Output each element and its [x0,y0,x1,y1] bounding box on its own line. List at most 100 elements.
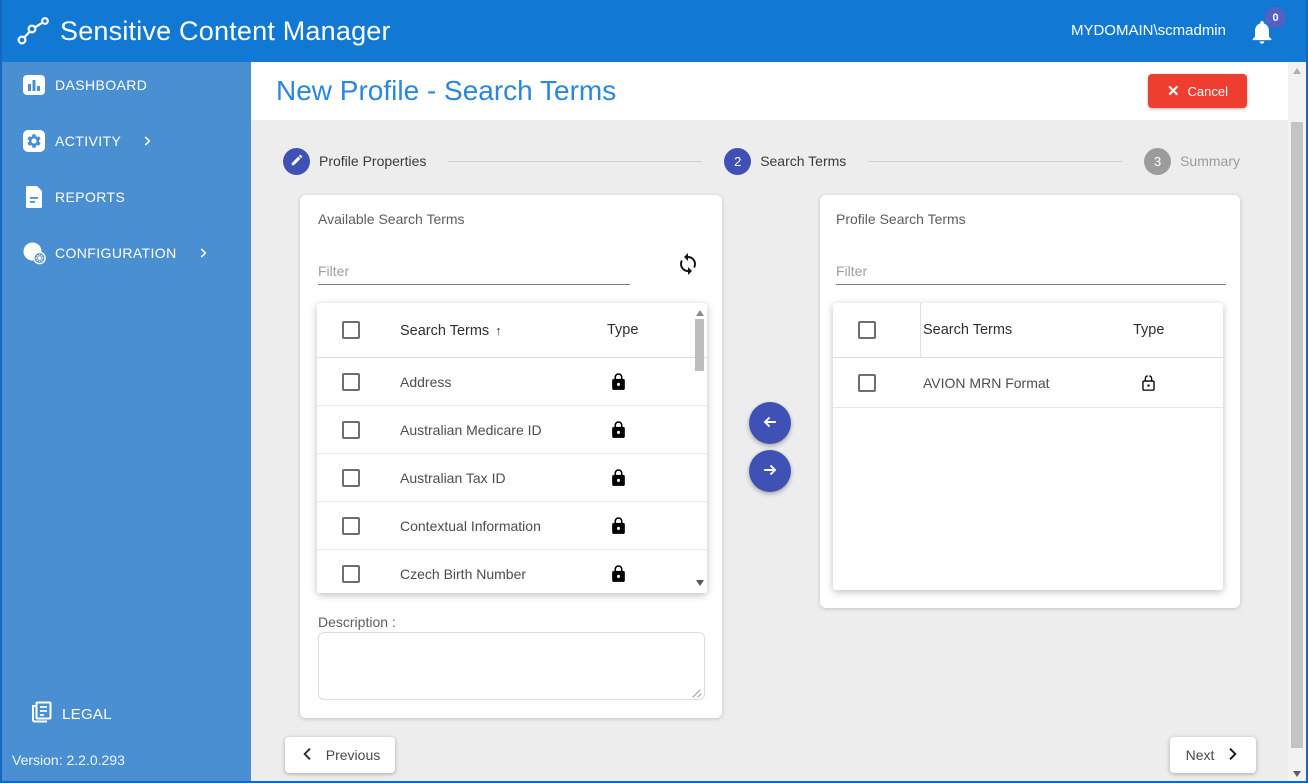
table-header: Search Terms ↑ Type [317,303,707,358]
row-checkbox[interactable] [342,468,360,487]
sidebar-item-label: LEGAL [62,705,112,723]
select-all-checkbox[interactable] [858,321,876,339]
previous-button[interactable]: Previous [285,737,395,773]
row-checkbox[interactable] [858,373,876,392]
sidebar-item-legal[interactable]: LEGAL [0,700,251,728]
arrow-left-icon [760,412,780,435]
table-row[interactable]: Contextual Information [317,502,707,550]
profile-filter-input[interactable] [836,257,1226,285]
term-label: Address [400,374,452,390]
bar-chart-icon [22,73,46,97]
step-search-terms[interactable]: 2 Search Terms [724,147,847,175]
next-button[interactable]: Next [1170,737,1256,773]
cancel-label: Cancel [1187,83,1229,99]
step-2-circle: 2 [724,147,752,175]
page-title: New Profile - Search Terms [276,75,617,106]
unlock-icon [1139,372,1158,399]
table-row[interactable]: AVION MRN Format [833,358,1223,408]
window-border-left [0,0,2,783]
lock-icon [609,515,628,542]
sidebar-item-label: ACTIVITY [55,133,122,149]
description-label: Description : [318,614,396,630]
step-3-circle: 3 [1144,147,1172,175]
step-summary[interactable]: 3 Summary [1144,147,1240,175]
table-header: Search Terms Type [833,303,1223,358]
notifications-button[interactable]: 0 [1248,7,1286,47]
table-row[interactable]: Address [317,358,707,406]
cancel-button[interactable]: ✕ Cancel [1148,74,1247,108]
main-content: New Profile - Search Terms ✕ Cancel Prof… [251,62,1308,783]
bell-icon [1248,20,1276,51]
arrow-right-icon [760,460,780,483]
next-label: Next [1185,747,1215,763]
step-2-label: Search Terms [760,153,847,169]
step-connector [868,160,1123,162]
column-header-type[interactable]: Type [607,303,638,358]
app-window: Sensitive Content Manager MYDOMAIN\scmad… [0,0,1308,783]
report-icon [22,185,46,209]
top-bar: Sensitive Content Manager MYDOMAIN\scmad… [0,0,1308,62]
sidebar-item-configuration[interactable]: CONFIGURATION [0,239,251,267]
available-filter-input[interactable] [318,257,630,285]
term-label: Contextual Information [400,518,541,534]
sidebar: DASHBOARD ACTIVITY REPORTS CONFIGURATION… [0,62,251,783]
chevron-right-icon [140,134,154,148]
available-search-terms-panel: Available Search Terms Search Terms↑ Typ… [300,195,722,718]
table-scrollbar[interactable] [693,303,706,593]
chevron-right-icon [196,246,210,260]
sidebar-item-label: REPORTS [55,189,126,205]
move-left-button[interactable] [749,402,791,444]
lock-icon [609,419,628,446]
legal-book-icon [30,701,54,728]
gear-icon [22,129,46,153]
chevron-right-icon [1224,745,1240,766]
panel-title: Available Search Terms [318,211,465,227]
available-terms-table: Search Terms ↑ Type Address Australian Me… [317,303,707,593]
scrollbar-thumb[interactable] [695,319,704,371]
row-checkbox[interactable] [342,564,360,583]
wizard-stepper: Profile Properties 2 Search Terms 3 Summ… [283,147,1240,175]
term-label: Australian Medicare ID [400,422,542,438]
sidebar-item-reports[interactable]: REPORTS [0,183,251,211]
term-label: Australian Tax ID [400,470,506,486]
page-scrollbar[interactable] [1288,62,1306,783]
step-1-circle [283,147,310,175]
select-all-checkbox[interactable] [342,321,360,339]
lock-icon [609,371,628,398]
step-profile-properties[interactable]: Profile Properties [283,147,426,175]
lock-icon [609,563,628,590]
move-right-button[interactable] [749,450,791,492]
scroll-down-icon[interactable] [696,580,704,586]
row-checkbox[interactable] [342,516,360,535]
column-header-search-terms[interactable]: Search Terms ↑ [400,303,502,359]
column-header-type[interactable]: Type [1133,303,1164,358]
configuration-icon [22,241,46,265]
sort-asc-icon: ↑ [495,323,502,338]
scroll-down-icon[interactable] [1293,771,1301,777]
table-row[interactable]: Australian Tax ID [317,454,707,502]
row-checkbox[interactable] [342,372,360,391]
scroll-up-icon[interactable] [696,310,704,316]
app-title: Sensitive Content Manager [60,16,391,46]
refresh-icon [676,253,700,279]
table-row[interactable]: Australian Medicare ID [317,406,707,454]
sidebar-item-activity[interactable]: ACTIVITY [0,127,251,155]
column-header-search-terms[interactable]: Search Terms [923,303,1012,358]
row-checkbox[interactable] [342,420,360,439]
close-icon: ✕ [1166,82,1180,100]
scroll-up-icon[interactable] [1293,68,1301,74]
table-row[interactable]: Czech Birth Number [317,550,707,593]
term-label: Czech Birth Number [400,566,527,582]
sidebar-item-dashboard[interactable]: DASHBOARD [0,71,251,99]
sidebar-item-label: CONFIGURATION [55,245,177,261]
refresh-button[interactable] [675,252,701,278]
notification-count-badge: 0 [1265,7,1286,28]
column-divider [920,303,921,358]
page-header: New Profile - Search Terms ✕ Cancel [251,62,1308,120]
previous-label: Previous [325,747,381,763]
description-textarea[interactable] [318,632,705,700]
term-label: AVION MRN Format [923,375,1050,391]
scrollbar-thumb[interactable] [1291,122,1303,748]
lock-icon [609,467,628,494]
version-label: Version: 2.2.0.293 [12,752,125,768]
